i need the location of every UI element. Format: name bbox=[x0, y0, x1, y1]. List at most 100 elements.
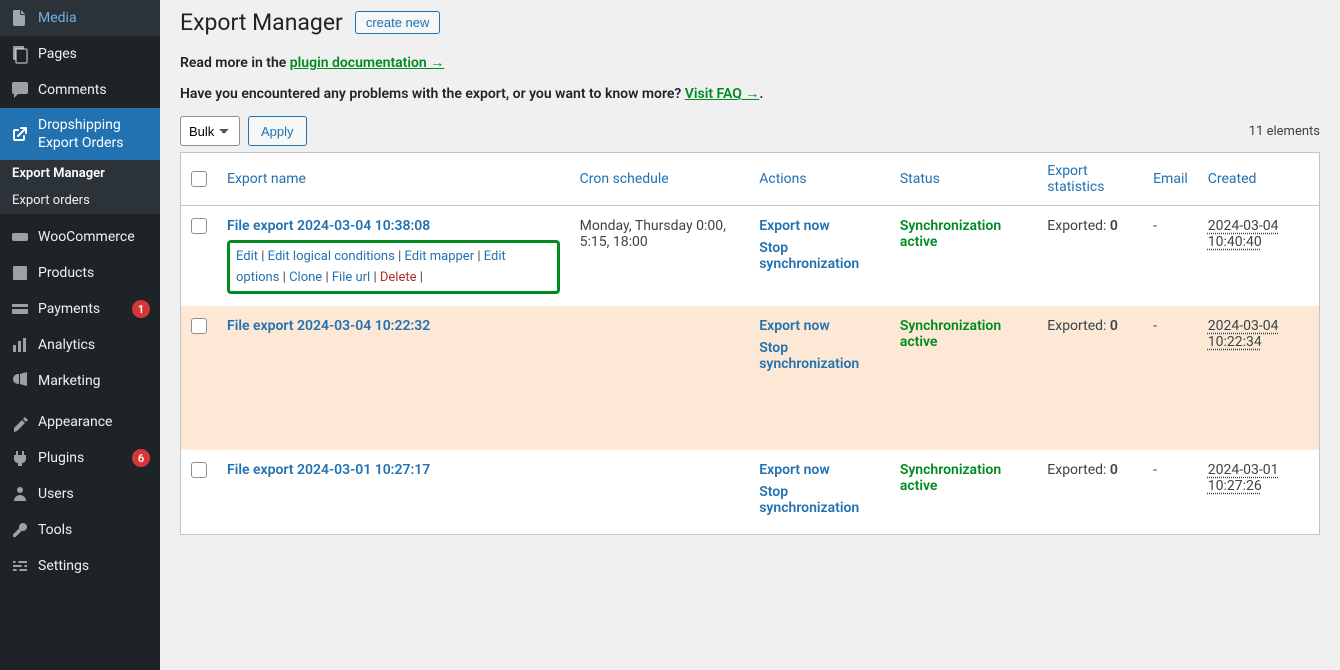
plugins-icon bbox=[10, 448, 30, 468]
row-checkbox[interactable] bbox=[191, 462, 207, 478]
status-text: Synchronization active bbox=[900, 318, 1001, 350]
sidebar-label: Media bbox=[38, 9, 150, 27]
sidebar-item-appearance[interactable]: Appearance bbox=[0, 404, 160, 440]
sidebar-label: Settings bbox=[38, 557, 150, 575]
sidebar-item-plugins[interactable]: Plugins 6 bbox=[0, 440, 160, 476]
sidebar-label: Dropshipping Export Orders bbox=[38, 116, 150, 152]
apply-button[interactable]: Apply bbox=[248, 116, 307, 146]
created-date: 2024-03-04 10:40:40 bbox=[1208, 218, 1279, 250]
exported-count: 0 bbox=[1110, 462, 1118, 478]
sidebar-item-comments[interactable]: Comments bbox=[0, 72, 160, 108]
bulk-toolbar: Bulk Apply 11 elements bbox=[180, 116, 1320, 146]
faq-link[interactable]: Visit FAQ → bbox=[685, 86, 760, 102]
create-new-button[interactable]: create new bbox=[355, 11, 441, 34]
sidebar-label: Comments bbox=[38, 81, 150, 99]
page-title: Export Manager bbox=[180, 9, 343, 36]
created-date: 2024-03-04 10:22:34 bbox=[1208, 318, 1279, 350]
email-cell: - bbox=[1153, 462, 1157, 478]
sidebar-item-tools[interactable]: Tools bbox=[0, 512, 160, 548]
comments-icon bbox=[10, 80, 30, 100]
bulk-action-select[interactable]: Bulk bbox=[180, 116, 240, 146]
row-actions: Edit | Edit logical conditions | Edit ma… bbox=[227, 240, 560, 294]
main-content: Export Manager create new Read more in t… bbox=[160, 0, 1340, 670]
submenu-export-orders[interactable]: Export orders bbox=[0, 187, 160, 214]
export-name[interactable]: File export 2024-03-01 10:27:17 bbox=[227, 462, 430, 478]
export-now-link[interactable]: Export now bbox=[759, 218, 880, 234]
export-name[interactable]: File export 2024-03-04 10:38:08 bbox=[227, 218, 430, 234]
export-now-link[interactable]: Export now bbox=[759, 318, 880, 334]
clone-link[interactable]: Clone bbox=[289, 270, 322, 285]
sidebar-label: Users bbox=[38, 485, 150, 503]
row-checkbox[interactable] bbox=[191, 218, 207, 234]
sidebar-label: Payments bbox=[38, 300, 126, 318]
col-created[interactable]: Created bbox=[1198, 153, 1320, 206]
export-icon bbox=[10, 124, 30, 144]
cron-cell bbox=[570, 306, 750, 390]
table-row: File export 2024-03-04 10:38:08 Edit | E… bbox=[181, 206, 1320, 306]
sidebar-item-pages[interactable]: Pages bbox=[0, 36, 160, 72]
col-email[interactable]: Email bbox=[1143, 153, 1198, 206]
col-checkbox bbox=[181, 153, 218, 206]
edit-link[interactable]: Edit bbox=[236, 249, 258, 264]
users-icon bbox=[10, 484, 30, 504]
sidebar-label: Appearance bbox=[38, 413, 150, 431]
plugin-doc-link[interactable]: plugin documentation → bbox=[290, 55, 444, 71]
col-stats[interactable]: Export statistics bbox=[1037, 153, 1143, 206]
submenu-export-manager[interactable]: Export Manager bbox=[0, 160, 160, 187]
sidebar-label: Analytics bbox=[38, 336, 150, 354]
sidebar-submenu: Export Manager Export orders bbox=[0, 160, 160, 214]
col-export-name[interactable]: Export name bbox=[217, 153, 570, 206]
tools-icon bbox=[10, 520, 30, 540]
sidebar-label: Marketing bbox=[38, 372, 150, 390]
exported-count: 0 bbox=[1110, 318, 1118, 334]
pages-icon bbox=[10, 44, 30, 64]
export-name[interactable]: File export 2024-03-04 10:22:32 bbox=[227, 318, 430, 334]
export-now-link[interactable]: Export now bbox=[759, 462, 880, 478]
table-row: File export 2024-03-04 10:22:32 Export n… bbox=[181, 306, 1320, 390]
sidebar-label: Pages bbox=[38, 45, 150, 63]
select-all-checkbox[interactable] bbox=[191, 171, 207, 187]
media-icon bbox=[10, 8, 30, 28]
exports-table: Export name Cron schedule Actions Status… bbox=[180, 152, 1320, 535]
col-status[interactable]: Status bbox=[890, 153, 1037, 206]
sidebar-item-dropshipping-export[interactable]: Dropshipping Export Orders bbox=[0, 108, 160, 160]
products-icon bbox=[10, 263, 30, 283]
sidebar-item-payments[interactable]: Payments 1 bbox=[0, 291, 160, 327]
stop-sync-link[interactable]: Stop synchronization bbox=[759, 484, 880, 516]
payments-badge: 1 bbox=[132, 300, 150, 318]
admin-sidebar: Media Pages Comments Dropshipping Export… bbox=[0, 0, 160, 670]
sidebar-item-analytics[interactable]: Analytics bbox=[0, 327, 160, 363]
stop-sync-link[interactable]: Stop synchronization bbox=[759, 240, 880, 272]
cron-cell bbox=[570, 450, 750, 535]
created-date: 2024-03-01 10:27:26 bbox=[1208, 462, 1279, 494]
edit-logical-link[interactable]: Edit logical conditions bbox=[268, 249, 395, 264]
settings-icon bbox=[10, 556, 30, 576]
table-row-pad bbox=[181, 390, 1320, 450]
row-checkbox[interactable] bbox=[191, 318, 207, 334]
email-cell: - bbox=[1153, 218, 1157, 234]
status-text: Synchronization active bbox=[900, 462, 1001, 494]
status-text: Synchronization active bbox=[900, 218, 1001, 250]
col-cron[interactable]: Cron schedule bbox=[570, 153, 750, 206]
payments-icon bbox=[10, 299, 30, 319]
file-url-link[interactable]: File url bbox=[332, 270, 370, 285]
sidebar-item-media[interactable]: Media bbox=[0, 0, 160, 36]
sidebar-label: WooCommerce bbox=[38, 228, 150, 246]
edit-mapper-link[interactable]: Edit mapper bbox=[404, 249, 474, 264]
sidebar-item-settings[interactable]: Settings bbox=[0, 548, 160, 584]
delete-link[interactable]: Delete bbox=[380, 270, 417, 285]
stop-sync-link[interactable]: Stop synchronization bbox=[759, 340, 880, 372]
sidebar-label: Products bbox=[38, 264, 150, 282]
sidebar-item-products[interactable]: Products bbox=[0, 255, 160, 291]
sidebar-item-users[interactable]: Users bbox=[0, 476, 160, 512]
table-row: File export 2024-03-01 10:27:17 Export n… bbox=[181, 450, 1320, 535]
email-cell: - bbox=[1153, 318, 1157, 334]
marketing-icon bbox=[10, 371, 30, 391]
faq-info: Have you encountered any problems with t… bbox=[180, 85, 1320, 102]
exported-count: 0 bbox=[1110, 218, 1118, 234]
sidebar-item-woocommerce[interactable]: WooCommerce bbox=[0, 219, 160, 255]
col-actions[interactable]: Actions bbox=[749, 153, 890, 206]
sidebar-label: Plugins bbox=[38, 449, 126, 467]
sidebar-item-marketing[interactable]: Marketing bbox=[0, 363, 160, 399]
page-header: Export Manager create new bbox=[180, 0, 1320, 40]
